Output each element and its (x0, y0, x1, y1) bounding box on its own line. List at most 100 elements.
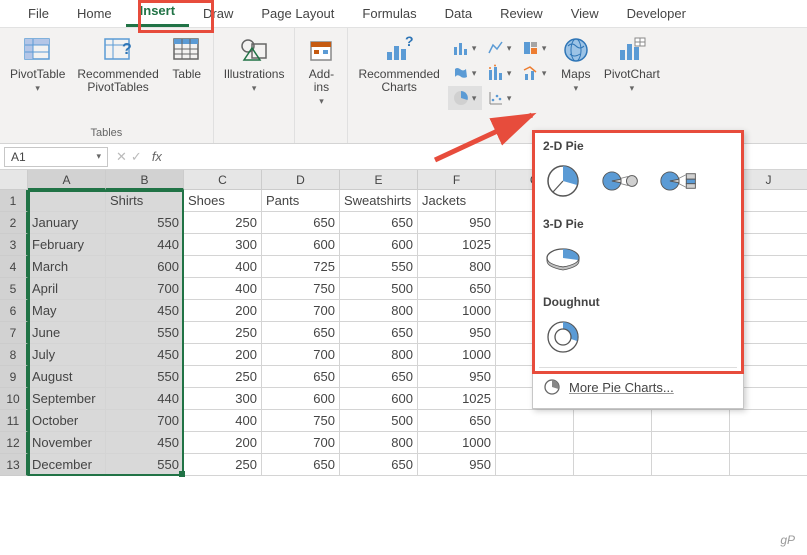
cell[interactable]: 550 (340, 256, 418, 278)
cell[interactable]: 600 (340, 388, 418, 410)
cell[interactable]: 500 (340, 410, 418, 432)
column-chart-button[interactable]: ▾ (448, 36, 482, 60)
cell[interactable]: April (28, 278, 106, 300)
cell[interactable] (730, 410, 807, 432)
cell[interactable]: 700 (262, 300, 340, 322)
cell[interactable]: 440 (106, 234, 184, 256)
cell[interactable]: 700 (106, 410, 184, 432)
cell[interactable]: May (28, 300, 106, 322)
cell[interactable]: 440 (106, 388, 184, 410)
tab-view[interactable]: View (557, 2, 613, 27)
treemap-chart-button[interactable]: ▾ (518, 36, 552, 60)
cell[interactable]: 250 (184, 366, 262, 388)
tab-data[interactable]: Data (431, 2, 486, 27)
cell[interactable]: 500 (340, 278, 418, 300)
pivottable-button[interactable]: PivotTable ▾ (6, 32, 69, 96)
cell[interactable]: 1000 (418, 300, 496, 322)
cell[interactable]: 650 (262, 322, 340, 344)
cell[interactable]: 650 (418, 278, 496, 300)
cell[interactable]: 450 (106, 300, 184, 322)
cell[interactable]: 450 (106, 344, 184, 366)
illustrations-button[interactable]: Illustrations ▾ (220, 32, 289, 96)
fx-label[interactable]: fx (152, 149, 162, 164)
cell[interactable]: 400 (184, 256, 262, 278)
cell[interactable]: Shirts (106, 190, 184, 212)
tab-home[interactable]: Home (63, 2, 126, 27)
cell[interactable] (652, 432, 730, 454)
column-header[interactable]: F (418, 170, 496, 190)
tab-review[interactable]: Review (486, 2, 557, 27)
tab-developer[interactable]: Developer (613, 2, 700, 27)
cell[interactable]: 725 (262, 256, 340, 278)
tab-draw[interactable]: Draw (189, 2, 247, 27)
row-header[interactable]: 4 (0, 256, 28, 278)
cell[interactable]: 200 (184, 432, 262, 454)
cell[interactable] (652, 454, 730, 476)
column-header[interactable]: A (28, 170, 106, 190)
cell[interactable]: 950 (418, 212, 496, 234)
table-button[interactable]: Table (167, 32, 207, 83)
column-header[interactable]: E (340, 170, 418, 190)
cell[interactable] (730, 454, 807, 476)
row-header[interactable]: 12 (0, 432, 28, 454)
maps-button[interactable]: Maps ▾ (556, 32, 596, 96)
cell[interactable]: June (28, 322, 106, 344)
tab-file[interactable]: File (14, 2, 63, 27)
cell[interactable]: 950 (418, 454, 496, 476)
cell[interactable]: 650 (262, 454, 340, 476)
cell[interactable]: 650 (340, 212, 418, 234)
row-header[interactable]: 9 (0, 366, 28, 388)
cell[interactable]: 700 (262, 432, 340, 454)
recommended-charts-button[interactable]: ? Recommended Charts (354, 32, 443, 96)
name-box[interactable]: A1 ▾ (4, 147, 108, 167)
tab-insert[interactable]: Insert (126, 0, 189, 27)
cell[interactable]: 1025 (418, 388, 496, 410)
cell[interactable]: February (28, 234, 106, 256)
column-header[interactable]: B (106, 170, 184, 190)
pivotchart-button[interactable]: PivotChart ▾ (600, 32, 664, 96)
cell[interactable]: Jackets (418, 190, 496, 212)
pie-of-pie[interactable] (601, 163, 641, 199)
column-header[interactable]: C (184, 170, 262, 190)
row-header[interactable]: 13 (0, 454, 28, 476)
tab-formulas[interactable]: Formulas (348, 2, 430, 27)
cell[interactable]: 600 (106, 256, 184, 278)
cell[interactable]: 1025 (418, 234, 496, 256)
cell[interactable]: 800 (340, 344, 418, 366)
row-header[interactable]: 3 (0, 234, 28, 256)
scatter-chart-button[interactable]: ▾ (483, 86, 517, 110)
cell[interactable]: 650 (340, 454, 418, 476)
cell[interactable]: 700 (106, 278, 184, 300)
cell[interactable] (496, 410, 574, 432)
cell[interactable]: 400 (184, 278, 262, 300)
cell[interactable]: 550 (106, 212, 184, 234)
row-header[interactable]: 7 (0, 322, 28, 344)
row-header[interactable]: 1 (0, 190, 28, 212)
cell[interactable]: December (28, 454, 106, 476)
cell[interactable]: March (28, 256, 106, 278)
select-all-corner[interactable] (0, 170, 28, 190)
cell[interactable]: 650 (262, 212, 340, 234)
cell[interactable]: 750 (262, 410, 340, 432)
cell[interactable]: 550 (106, 366, 184, 388)
cell[interactable] (574, 454, 652, 476)
cell[interactable]: 950 (418, 322, 496, 344)
cell[interactable]: September (28, 388, 106, 410)
cell[interactable] (730, 432, 807, 454)
statistic-chart-button[interactable]: ▾ (483, 61, 517, 85)
more-pie-charts[interactable]: More Pie Charts... (533, 370, 743, 404)
cell[interactable]: August (28, 366, 106, 388)
pie-2d-basic[interactable] (543, 163, 583, 199)
column-header[interactable]: D (262, 170, 340, 190)
cell[interactable]: Pants (262, 190, 340, 212)
cell[interactable]: 400 (184, 410, 262, 432)
row-header[interactable]: 8 (0, 344, 28, 366)
cell[interactable]: 300 (184, 234, 262, 256)
pie-chart-button[interactable]: ▾ (448, 86, 482, 110)
cell[interactable]: January (28, 212, 106, 234)
cell[interactable]: 600 (340, 234, 418, 256)
line-chart-button[interactable]: ▾ (483, 36, 517, 60)
row-header[interactable]: 5 (0, 278, 28, 300)
cell[interactable]: 950 (418, 366, 496, 388)
cell[interactable]: 300 (184, 388, 262, 410)
